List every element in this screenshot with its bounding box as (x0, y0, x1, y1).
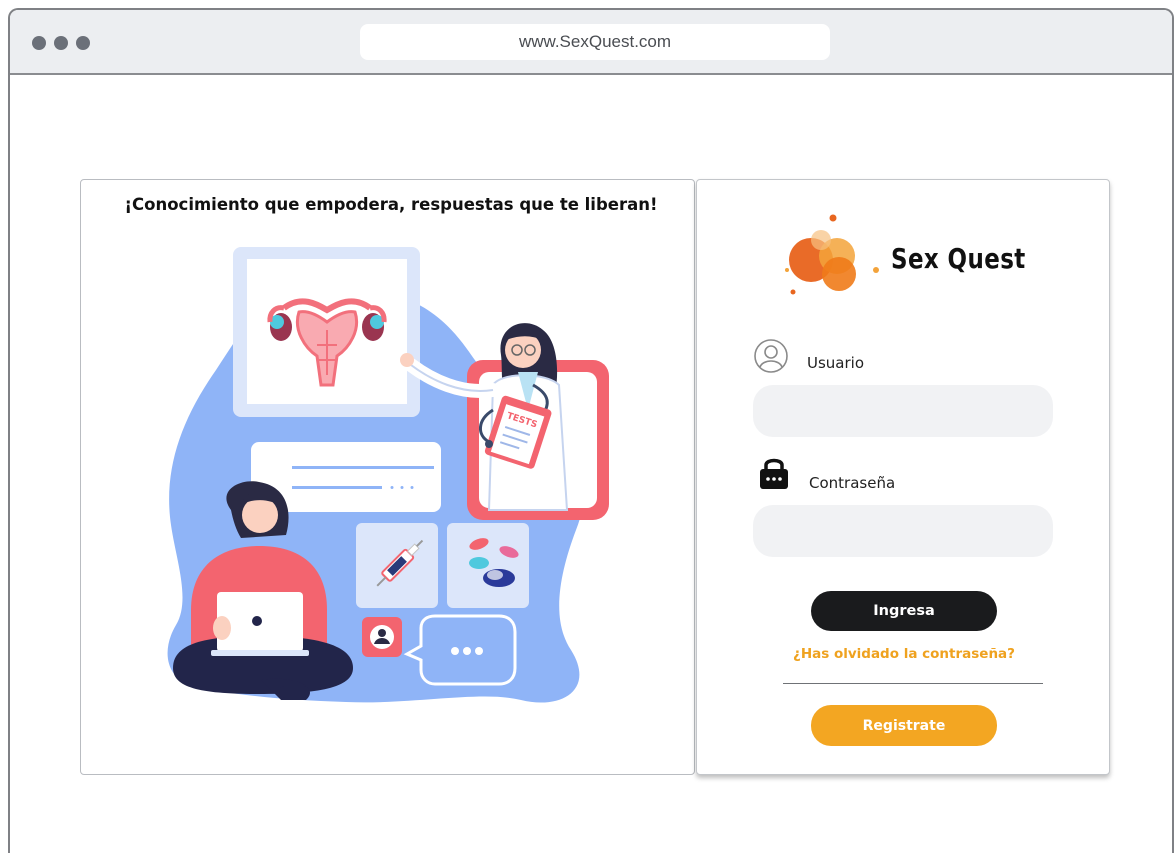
login-button[interactable]: Ingresa (811, 591, 997, 631)
brand-name: Sex Quest (891, 242, 1026, 275)
lock-icon (760, 458, 788, 489)
window-control-dot[interactable] (54, 36, 68, 50)
hero-card: ¡Conocimiento que empodera, respuestas q… (80, 179, 695, 775)
username-input[interactable] (753, 385, 1053, 437)
chat-bubble (403, 614, 517, 686)
window-control-dot[interactable] (32, 36, 46, 50)
username-label: Usuario (807, 354, 865, 372)
window-control-dot[interactable] (76, 36, 90, 50)
url-text: www.SexQuest.com (518, 32, 672, 51)
password-input[interactable] (753, 505, 1053, 557)
login-card: Sex Quest Usuario Contraseña Ingresa ¿Ha… (696, 179, 1110, 775)
register-button[interactable]: Registrate (811, 705, 997, 746)
browser-toolbar: www.SexQuest.com (10, 10, 1172, 75)
forgot-password-link[interactable]: ¿Has olvidado la contraseña? (697, 646, 1111, 662)
browser-window: www.SexQuest.com ¡Conocimiento que empod… (8, 8, 1174, 853)
password-label: Contraseña (809, 474, 896, 492)
address-bar[interactable]: www.SexQuest.com (360, 24, 830, 60)
user-circle-icon (754, 339, 788, 373)
hero-illustration: TESTS (167, 247, 609, 703)
divider (783, 683, 1043, 684)
brand-logo (785, 214, 879, 295)
